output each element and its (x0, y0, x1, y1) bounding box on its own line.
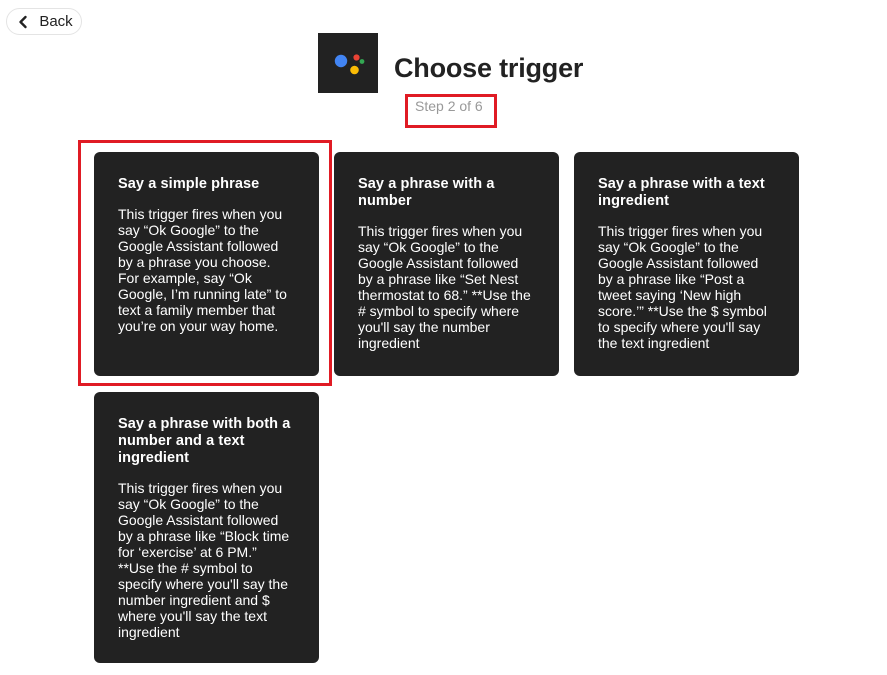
trigger-card-description: This trigger fires when you say “Ok Goog… (358, 223, 531, 351)
trigger-card-description: This trigger fires when you say “Ok Goog… (118, 480, 290, 640)
trigger-card-title: Say a phrase with a text ingredient (598, 176, 765, 209)
back-button[interactable]: Back (6, 8, 82, 35)
trigger-card-say-phrase-with-number[interactable]: Say a phrase with a number This trigger … (334, 152, 559, 376)
trigger-card-say-simple-phrase[interactable]: Say a simple phrase This trigger fires w… (94, 152, 319, 376)
trigger-card-title: Say a phrase with both a number and a te… (118, 416, 291, 466)
trigger-card-title: Say a phrase with a number (358, 176, 495, 209)
trigger-card-description: This trigger fires when you say “Ok Goog… (118, 206, 287, 334)
trigger-card-description: This trigger fires when you say “Ok Goog… (598, 223, 767, 351)
back-label: Back (39, 13, 73, 30)
trigger-card-say-phrase-with-text-ingredient[interactable]: Say a phrase with a text ingredient This… (574, 152, 799, 376)
step-indicator: Step 2 of 6 (405, 94, 497, 128)
google-assistant-icon (318, 33, 378, 93)
page-title: Choose trigger (394, 53, 584, 83)
trigger-card-title: Say a simple phrase (118, 176, 260, 192)
trigger-card-say-phrase-with-number-and-text[interactable]: Say a phrase with both a number and a te… (94, 392, 319, 663)
chevron-left-icon (19, 15, 28, 28)
